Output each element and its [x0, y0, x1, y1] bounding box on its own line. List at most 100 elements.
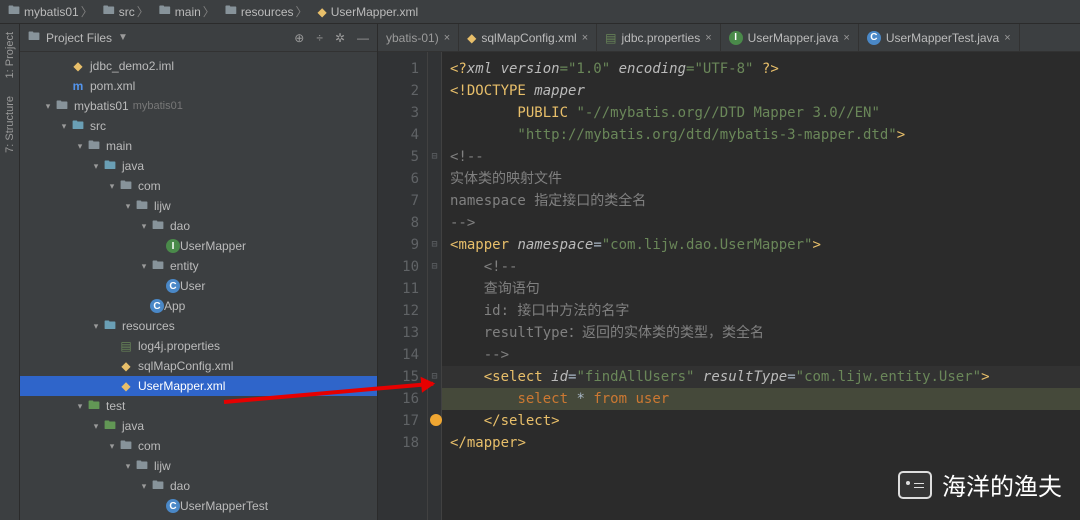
folder-icon: 🖿	[102, 156, 118, 177]
sidebar-scope-dropdown[interactable]: 🖿 Project Files ▼	[28, 27, 288, 48]
editor-area: ybatis-01)× ◆sqlMapConfig.xml× ▤jdbc.pro…	[378, 24, 1080, 520]
xml-file-icon: ◆	[467, 31, 476, 45]
tree-item[interactable]: ▾🖿 java	[20, 416, 377, 436]
locate-file-icon[interactable]: ⊕	[294, 31, 304, 45]
class-icon: C	[150, 299, 164, 313]
expand-arrow-icon[interactable]: ▾	[74, 401, 86, 412]
expand-arrow-icon[interactable]: ▾	[138, 261, 150, 272]
close-icon[interactable]: ×	[582, 32, 588, 44]
tree-item[interactable]: ▾🖿com	[20, 176, 377, 196]
folder-icon: 🖿	[118, 176, 134, 197]
close-icon[interactable]: ×	[1004, 32, 1010, 44]
tree-item-label: resources	[122, 319, 175, 333]
tree-item[interactable]: CUserMapperTest	[20, 496, 377, 516]
tree-item-label: java	[122, 159, 144, 173]
breadcrumb-item[interactable]: 🖿main〉	[155, 1, 221, 22]
toolwindow-structure[interactable]: 7: Structure	[4, 96, 16, 153]
folder-icon: 🖿	[150, 216, 166, 237]
breadcrumb: 🖿mybatis01〉 🖿src〉 🖿main〉 🖿resources〉 ◆Us…	[0, 0, 1080, 24]
tree-item[interactable]: ▾🖿mybatis01mybatis01	[20, 96, 377, 116]
bulb-icon[interactable]	[430, 414, 442, 426]
class-icon: C	[166, 279, 180, 293]
interface-icon: I	[166, 239, 180, 253]
tree-item-label: lijw	[154, 199, 171, 213]
tree-item-label: UserMapperTest	[180, 499, 268, 513]
folder-icon: 🖿	[118, 436, 134, 457]
tree-item[interactable]: ▾🖿 java	[20, 156, 377, 176]
class-icon: C	[166, 499, 180, 513]
breadcrumb-item[interactable]: 🖿src〉	[99, 1, 155, 22]
expand-arrow-icon[interactable]: ▾	[122, 461, 134, 472]
tree-item[interactable]: ▾🖿dao	[20, 476, 377, 496]
close-icon[interactable]: ×	[705, 32, 711, 44]
tool-window-bar: 1: Project 7: Structure	[0, 24, 20, 520]
editor-tab[interactable]: IUserMapper.java×	[721, 24, 859, 51]
folder-icon: 🖿	[70, 116, 86, 137]
fold-gutter[interactable]: ⊟⊟⊟⊟	[428, 52, 442, 520]
expand-arrow-icon[interactable]: ▾	[90, 321, 102, 332]
tree-item-label: entity	[170, 259, 199, 273]
project-tree[interactable]: ◆jdbc_demo2.imlmpom.xml▾🖿mybatis01mybati…	[20, 52, 377, 520]
tree-item-label: test	[106, 399, 125, 413]
tree-item[interactable]: CUser	[20, 276, 377, 296]
expand-arrow-icon[interactable]: ▾	[74, 141, 86, 152]
folder-icon: 🖿	[54, 96, 70, 117]
tree-item[interactable]: ▾🖿com	[20, 436, 377, 456]
tree-item[interactable]: ▾🖿 entity	[20, 256, 377, 276]
editor-tab[interactable]: CUserMapperTest.java×	[859, 24, 1020, 51]
expand-arrow-icon[interactable]: ▾	[106, 441, 118, 452]
editor-tab[interactable]: ◆sqlMapConfig.xml×	[459, 24, 597, 51]
code-editor[interactable]: 123456789101112131415161718 ⊟⊟⊟⊟ <?xml v…	[378, 52, 1080, 520]
tree-item[interactable]: CApp	[20, 296, 377, 316]
breadcrumb-item[interactable]: 🖿mybatis01〉	[4, 1, 99, 22]
tree-item[interactable]: ▾🖿lijw	[20, 456, 377, 476]
folder-icon: 🖿	[150, 476, 166, 497]
expand-arrow-icon[interactable]: ▾	[122, 201, 134, 212]
properties-file-icon: ▤	[118, 339, 134, 353]
gear-icon[interactable]: ✲	[335, 31, 345, 45]
tree-item-label: UserMapper	[180, 239, 246, 253]
tree-item-label: sqlMapConfig.xml	[138, 359, 233, 373]
expand-arrow-icon[interactable]: ▾	[42, 101, 54, 112]
breadcrumb-item[interactable]: 🖿resources〉	[221, 1, 314, 22]
tree-item[interactable]: ▾🖿 resources	[20, 316, 377, 336]
folder-icon: 🖿	[102, 416, 118, 437]
expand-arrow-icon[interactable]: ▾	[138, 221, 150, 232]
tree-item[interactable]: IUserMapper	[20, 236, 377, 256]
editor-tabs: ybatis-01)× ◆sqlMapConfig.xml× ▤jdbc.pro…	[378, 24, 1080, 52]
expand-arrow-icon[interactable]: ▾	[106, 181, 118, 192]
tree-item[interactable]: ▾🖿test	[20, 396, 377, 416]
expand-arrow-icon[interactable]: ▾	[138, 481, 150, 492]
collapse-icon[interactable]: —	[357, 31, 369, 45]
tree-item[interactable]: ◆jdbc_demo2.iml	[20, 56, 377, 76]
sort-icon[interactable]: ÷	[316, 31, 323, 45]
toolwindow-project[interactable]: 1: Project	[4, 32, 16, 78]
tree-item-label: log4j.properties	[138, 339, 220, 353]
tree-item-label: main	[106, 139, 132, 153]
tree-item-label: dao	[170, 219, 190, 233]
folder-icon: 🖿	[225, 1, 237, 22]
close-icon[interactable]: ×	[444, 32, 450, 44]
expand-arrow-icon[interactable]: ▾	[90, 161, 102, 172]
tree-item[interactable]: ▾🖿src	[20, 116, 377, 136]
editor-tab[interactable]: ▤jdbc.properties×	[597, 24, 721, 51]
tree-item[interactable]: ◆sqlMapConfig.xml	[20, 356, 377, 376]
folder-icon: 🖿	[86, 136, 102, 157]
tree-item[interactable]: ▾🖿 lijw	[20, 196, 377, 216]
folder-icon: 🖿	[134, 196, 150, 217]
expand-arrow-icon[interactable]: ▾	[58, 121, 70, 132]
folder-icon: 🖿	[134, 456, 150, 477]
close-icon[interactable]: ×	[843, 32, 849, 44]
tree-item[interactable]: mpom.xml	[20, 76, 377, 96]
tree-item[interactable]: ▤ log4j.properties	[20, 336, 377, 356]
tree-item-label: User	[180, 279, 205, 293]
breadcrumb-item[interactable]: ◆UserMapper.xml	[314, 5, 423, 19]
folder-icon: 🖿	[102, 316, 118, 337]
expand-arrow-icon[interactable]: ▾	[90, 421, 102, 432]
tree-item-label: java	[122, 419, 144, 433]
tree-item[interactable]: ▾🖿 dao	[20, 216, 377, 236]
editor-tab[interactable]: ybatis-01)×	[378, 24, 459, 51]
code-content[interactable]: <?xml version="1.0" encoding="UTF-8" ?> …	[442, 52, 1080, 520]
tree-item[interactable]: ▾🖿 main	[20, 136, 377, 156]
folder-icon: 🖿	[150, 256, 166, 277]
